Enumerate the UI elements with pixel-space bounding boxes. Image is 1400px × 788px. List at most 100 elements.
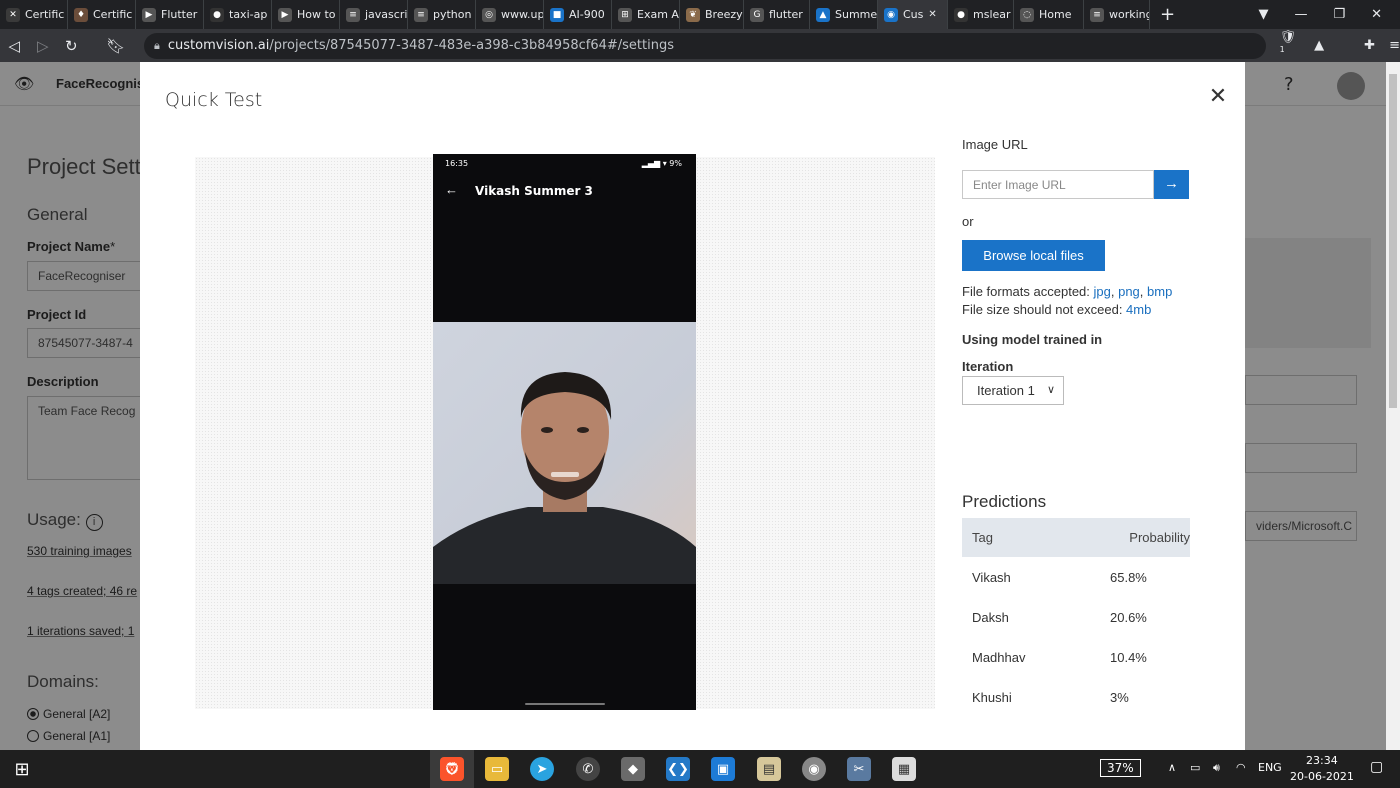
snipping-tool-icon[interactable]: ✂ <box>847 757 871 781</box>
rewards-icon[interactable]: ▲ <box>1314 38 1324 53</box>
chevron-up-icon[interactable]: ∧ <box>1168 761 1176 774</box>
battery-indicator[interactable]: 37% <box>1100 759 1141 777</box>
chevron-down-icon: ∨ <box>1046 384 1055 396</box>
close-window-button[interactable]: ✕ <box>1371 7 1382 22</box>
url-path: /projects/87545077-3487-483e-a398-c3b849… <box>269 38 674 53</box>
app-icon[interactable]: ◆ <box>621 757 645 781</box>
browser-tab-label: python <box>433 8 472 21</box>
youtube-icon: ▶ <box>278 7 292 22</box>
url-bar[interactable]: 🔒︎ customvision.ai/projects/87545077-348… <box>144 32 1266 59</box>
browser-tab-label: Home <box>1039 8 1072 21</box>
vscode-icon[interactable]: ❮❯ <box>666 757 690 781</box>
browser-tab-label: Exam A <box>637 8 679 21</box>
menu-icon[interactable]: ≡ <box>1389 38 1400 53</box>
back-button[interactable]: ◁ <box>0 37 29 55</box>
phone-back-icon: ← <box>445 182 458 197</box>
close-tab-icon[interactable]: ✕ <box>928 9 936 20</box>
language-indicator[interactable]: ENG <box>1258 761 1282 774</box>
whatsapp-icon[interactable]: ✆ <box>576 757 600 781</box>
browser-tab-label: Flutter <box>161 8 198 21</box>
browser-tab[interactable]: ♦ Certific <box>68 0 136 29</box>
browser-tab[interactable]: ≡ python <box>408 0 476 29</box>
predictions-table: Tag Probability Vikash 65.8% Daksh 20.6% M… <box>962 518 1190 717</box>
browser-tab-label: AI-900 <box>569 8 605 21</box>
arrow-right-icon: → <box>1164 175 1179 192</box>
browser-tab[interactable]: ≡ working <box>1084 0 1150 29</box>
close-icon[interactable]: ✕ <box>1206 84 1230 108</box>
scrollbar-thumb[interactable] <box>1389 74 1397 408</box>
x-icon: ✕ <box>6 7 20 22</box>
battery-icon[interactable]: ▭ <box>1190 761 1200 774</box>
chrome-icon[interactable]: ◉ <box>802 757 826 781</box>
browser-tab[interactable]: ◉ Cus ✕ <box>878 0 948 29</box>
lock-icon: 🔒︎ <box>154 38 160 52</box>
table-row: Madhhav 10.4% <box>972 649 1147 665</box>
browser-tab[interactable]: ✕ Certific <box>0 0 68 29</box>
extensions-icon[interactable]: ✚ <box>1364 38 1375 53</box>
browser-tab[interactable]: ⊞ Exam A <box>612 0 680 29</box>
brave-browser-icon[interactable]: 🦁︎ <box>440 757 464 781</box>
column-tag: Tag <box>972 530 993 545</box>
browser-tab[interactable]: ≡ javascri <box>340 0 408 29</box>
browser-tab[interactable]: ● mslear <box>948 0 1014 29</box>
brave-shield-icon[interactable]: 🛡︎1 <box>1280 30 1301 61</box>
windows-taskbar: ⊞ 🦁︎ ▭ ➤ ✆ ◆ ❮❯ ▣ ▤ ◉ ✂ ▦ 37% ∧ ▭ 🔊︎ ◠ E… <box>0 750 1400 788</box>
browser-tab[interactable]: ▶ How to <box>272 0 340 29</box>
browser-tab-label: working <box>1109 8 1150 21</box>
google-icon: G <box>750 7 764 22</box>
file-size-text: File size should not exceed: 4mb <box>962 302 1152 317</box>
minimize-button[interactable]: — <box>1294 7 1307 22</box>
windows-start-icon[interactable]: ⊞ <box>10 757 34 781</box>
bookmark-icon: ■ <box>550 7 564 22</box>
window-controls: ▼ — ❐ ✕ <box>1258 0 1400 29</box>
modal-title: Quick Test <box>165 89 263 111</box>
person-face <box>433 372 696 584</box>
page-scrollbar[interactable] <box>1386 62 1400 750</box>
phone-chat-title: Vikash Summer 3 <box>475 184 593 198</box>
clock-date[interactable]: 20-06-2021 <box>1290 770 1354 783</box>
wifi-icon[interactable]: ◠ <box>1236 761 1246 774</box>
reload-button[interactable]: ↻ <box>57 37 86 55</box>
browser-tab-label: How to <box>297 8 336 21</box>
forward-button[interactable]: ▷ <box>29 37 58 55</box>
model-label: Using model trained in <box>962 332 1103 347</box>
column-probability: Probability <box>1129 530 1190 545</box>
browser-tab[interactable]: ● taxi-ap <box>204 0 272 29</box>
phone-time: 16:35 <box>445 159 469 168</box>
customvision-page: 👁︎ FaceRecogniser ? Project Setti Genera… <box>0 62 1400 750</box>
clock-time[interactable]: 23:34 <box>1306 754 1338 767</box>
telegram-icon[interactable]: ➤ <box>530 757 554 781</box>
browser-tab[interactable]: ◎ www.up <box>476 0 544 29</box>
browser-tab[interactable]: ❦ Breezy <box>680 0 744 29</box>
file-formats-text: File formats accepted: jpg, png, bmp <box>962 284 1173 299</box>
image-url-input[interactable] <box>962 170 1154 199</box>
bookmark-icon[interactable]: 🔖︎ <box>102 37 131 55</box>
github-icon: ● <box>954 7 968 22</box>
phone-home-indicator <box>525 703 605 705</box>
submit-url-button[interactable]: → <box>1154 170 1189 199</box>
table-row: Khushi 3% <box>972 689 1129 705</box>
file-explorer-icon[interactable]: ▭ <box>485 757 509 781</box>
browser-tab-label: Cus <box>903 8 924 21</box>
profile-icon[interactable]: ▼ <box>1258 7 1268 22</box>
url-host: customvision.ai <box>167 38 270 53</box>
browser-tab-label: Breezy <box>705 8 743 21</box>
uploaded-image: 16:35 ▂▄▆ ▾ 9% ← Vikash Summer 3 <box>433 154 696 710</box>
speaker-icon[interactable]: 🔊︎ <box>1213 761 1220 775</box>
maximize-button[interactable]: ❐ <box>1333 7 1345 22</box>
github-icon: ● <box>210 7 224 22</box>
browser-tab[interactable]: ▲ Summe <box>810 0 878 29</box>
calculator-icon[interactable]: ▦ <box>892 757 916 781</box>
browser-tab[interactable]: ▶ Flutter <box>136 0 204 29</box>
youtube-icon: ▶ <box>142 7 156 22</box>
sticky-notes-icon[interactable]: ▤ <box>757 757 781 781</box>
notifications-icon[interactable]: ▢ <box>1370 759 1383 775</box>
quick-test-modal: Quick Test ✕ 16:35 ▂▄▆ ▾ 9% ← Vikash Sum… <box>140 62 1245 750</box>
browse-local-files-button[interactable]: Browse local files <box>962 240 1105 271</box>
remote-desktop-icon[interactable]: ▣ <box>711 757 735 781</box>
browser-tab[interactable]: ◌ Home <box>1014 0 1084 29</box>
iteration-select[interactable]: Iteration 1 ∨ <box>962 376 1064 405</box>
browser-tab[interactable]: ■ AI-900 <box>544 0 612 29</box>
new-tab-button[interactable]: + <box>1150 4 1185 25</box>
browser-tab[interactable]: Gflutter <box>744 0 810 29</box>
